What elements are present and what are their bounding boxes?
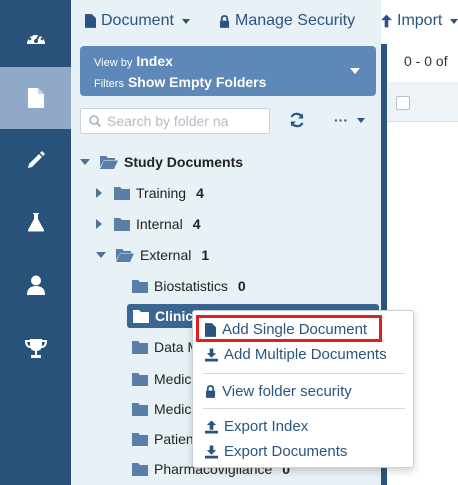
nav-dashboard[interactable]: [0, 6, 71, 68]
filters-line: Filters Show Empty Folders: [94, 74, 266, 90]
collapse-icon: [80, 159, 90, 165]
tree-node-training[interactable]: Training 4: [96, 181, 204, 205]
nav-achievements[interactable]: [0, 317, 71, 379]
tree-node-label: Study Documents: [124, 154, 244, 170]
menu-item-label: Export Index: [224, 418, 309, 435]
tree-node-label: Patien: [154, 431, 194, 447]
chevron-down-icon: [450, 18, 458, 24]
menu-add-multiple-documents[interactable]: Add Multiple Documents: [205, 346, 387, 363]
collapse-icon: [96, 252, 106, 258]
folder-icon: [132, 462, 148, 476]
tree-node-label: Medic: [154, 371, 192, 387]
nav-edit[interactable]: [0, 129, 71, 191]
flask-icon: [27, 213, 44, 232]
document-menu-label: Document: [101, 12, 174, 29]
filters-value: Show Empty Folders: [127, 74, 267, 90]
tree-node-label: Biostatistics: [154, 278, 228, 294]
menu-export-index[interactable]: Export Index: [205, 418, 308, 435]
folder-icon: [132, 372, 148, 386]
dashboard-gauge-icon: [26, 31, 45, 44]
view-by-selector[interactable]: View by Index Filters Show Empty Folders: [80, 46, 376, 96]
tree-node-count: 1: [201, 247, 210, 263]
more-options-button[interactable]: ···: [334, 112, 365, 128]
folder-icon: [133, 309, 149, 323]
view-by-prefix: View by: [94, 57, 133, 69]
refresh-button[interactable]: [289, 112, 305, 133]
search-icon: [89, 115, 101, 127]
select-all-checkbox[interactable]: [396, 96, 410, 110]
nav-users[interactable]: [0, 254, 71, 316]
nav-documents[interactable]: [0, 67, 71, 129]
tree-node-data-management[interactable]: Data M: [132, 335, 199, 359]
tree-node-count: 0: [237, 278, 246, 294]
top-toolbar: Document Manage Security Import: [71, 0, 458, 44]
grid-pager-text: 0 - 0 of: [404, 53, 448, 69]
document-icon: [27, 88, 44, 108]
menu-view-folder-security[interactable]: View folder security: [205, 383, 352, 400]
tree-node-external[interactable]: External 1: [96, 243, 209, 267]
tree-node-study-documents[interactable]: Study Documents: [80, 150, 243, 174]
menu-divider: [203, 373, 405, 374]
download-icon: [205, 348, 218, 361]
folder-icon: [132, 432, 148, 446]
manage-security-button[interactable]: Manage Security: [219, 12, 355, 30]
tree-node-patient[interactable]: Patien: [132, 427, 194, 451]
folder-icon: [132, 340, 148, 354]
tree-node-count: 4: [192, 216, 201, 232]
menu-export-documents[interactable]: Export Documents: [205, 443, 347, 460]
folder-icon: [132, 402, 148, 416]
folder-open-icon: [100, 156, 118, 169]
menu-item-label: View folder security: [222, 383, 352, 400]
tree-node-internal[interactable]: Internal 4: [96, 212, 201, 236]
expand-icon: [96, 219, 102, 229]
tree-node-biostatistics[interactable]: Biostatistics 0: [132, 274, 246, 298]
left-nav-rail: [0, 0, 71, 485]
view-by-value: Index: [136, 53, 173, 69]
folder-search-input[interactable]: [107, 113, 257, 129]
upload-icon: [205, 420, 218, 433]
import-menu-button[interactable]: Import: [381, 12, 458, 30]
arrow-up-icon: [381, 14, 392, 28]
chevron-down-icon: [181, 18, 190, 24]
download-icon: [205, 445, 218, 458]
tree-node-label: Training: [136, 185, 187, 201]
tree-node-label: Internal: [136, 216, 183, 232]
more-options-label: ···: [334, 112, 348, 128]
trophy-icon: [24, 339, 47, 358]
folder-icon: [114, 186, 130, 200]
folder-search-box: [80, 108, 270, 134]
expand-icon: [96, 188, 102, 198]
folder-open-icon: [116, 249, 134, 262]
pencil-icon: [27, 151, 45, 168]
chevron-down-icon: [357, 117, 365, 123]
document-icon: [85, 14, 96, 28]
import-menu-label: Import: [397, 12, 443, 29]
menu-item-label: Export Documents: [224, 443, 348, 460]
menu-item-label: Add Multiple Documents: [224, 346, 387, 363]
menu-divider: [203, 408, 405, 409]
manage-security-label: Manage Security: [235, 12, 356, 29]
tree-node-medical-1[interactable]: Medic: [132, 367, 191, 391]
folder-icon: [132, 279, 148, 293]
tree-node-label: Medic: [154, 401, 192, 417]
document-menu-button[interactable]: Document: [85, 12, 190, 30]
highlight-box: [196, 315, 382, 342]
view-by-line: View by Index: [94, 53, 173, 69]
lock-icon: [205, 385, 216, 398]
tree-node-label: External: [140, 247, 192, 263]
folder-icon: [114, 217, 130, 231]
tree-node-medical-2[interactable]: Medic: [132, 397, 191, 421]
filters-prefix: Filters: [94, 78, 124, 90]
chevron-down-icon: [350, 68, 360, 74]
user-icon: [26, 275, 45, 295]
refresh-icon: [290, 112, 304, 128]
nav-lab[interactable]: [0, 191, 71, 253]
tree-node-count: 4: [196, 185, 204, 201]
lock-icon: [219, 14, 230, 28]
